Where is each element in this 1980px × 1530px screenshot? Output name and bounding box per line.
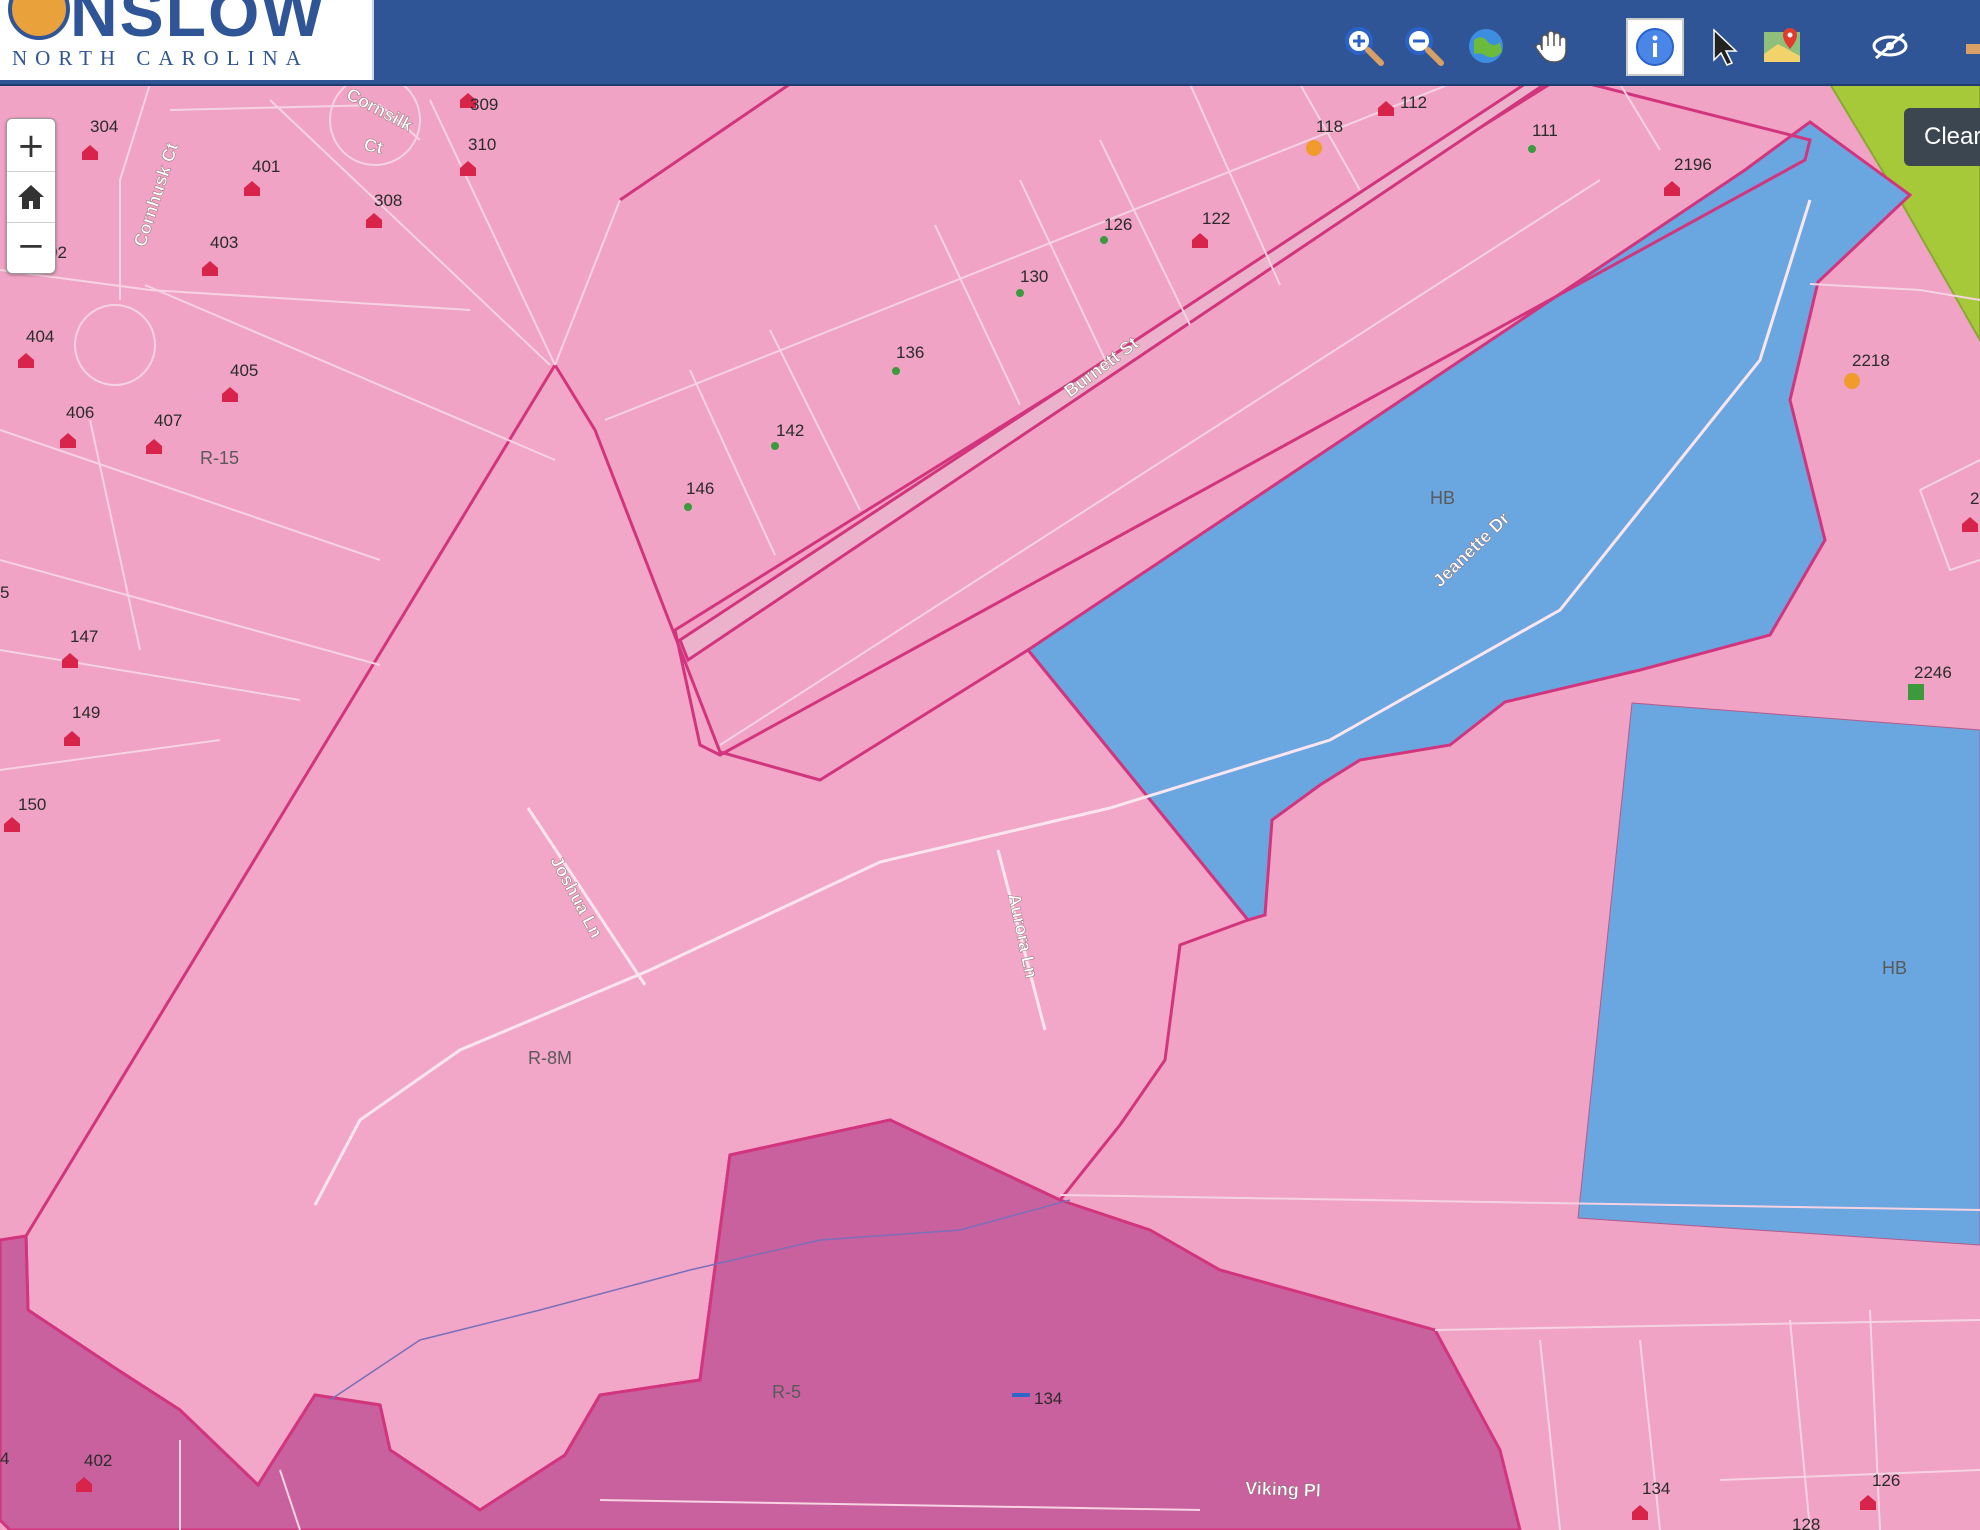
parcel-label: 150 [18, 795, 46, 814]
clear-button[interactable]: Clear [1904, 108, 1980, 166]
onslow-logo: NSLOW NORTH CAROLINA [0, 0, 374, 80]
parcel-label: 118 [1316, 117, 1343, 136]
logo-subtitle: NORTH CAROLINA [12, 46, 309, 70]
parcel-label: 402 [84, 1451, 112, 1470]
home-icon [18, 185, 44, 209]
parcel-label: 130 [1020, 267, 1048, 286]
parcel-label: 146 [686, 479, 714, 498]
parcel-label: 406 [66, 403, 94, 422]
pan-tool[interactable] [1528, 22, 1576, 70]
select-tool[interactable] [1700, 22, 1748, 70]
parcel-label: 147 [70, 627, 98, 646]
parcel-label: 403 [210, 233, 238, 252]
info-icon [1636, 28, 1674, 66]
zone-label-r8m: R-8M [528, 1048, 572, 1068]
full-extent-tool[interactable] [1462, 22, 1510, 70]
parcel-label: 128 [1792, 1515, 1820, 1530]
arrow-cursor-icon [1713, 28, 1738, 66]
parcel-label: 4 [0, 1449, 9, 1468]
map-pin-icon [1764, 28, 1800, 62]
zoom-out-tool[interactable] [1400, 22, 1448, 70]
zoom-out-button[interactable]: − [7, 221, 55, 271]
parcel-label: 2218 [1852, 351, 1890, 370]
parcel-label: 310 [468, 135, 496, 154]
parcel-label: 308 [374, 191, 402, 210]
parcel-label: 405 [230, 361, 258, 380]
clear-graphics-tool[interactable] [1866, 22, 1914, 70]
zone-label-hb-jeanette: HB [1430, 488, 1455, 508]
parcel-label: 126 [1104, 215, 1132, 234]
zoom-control: + − [6, 118, 56, 274]
parcel-label: 5 [0, 583, 9, 602]
zoom-in-button[interactable]: + [7, 121, 55, 171]
street-label-cornsilk-ct: Ct [362, 134, 385, 158]
basemap-tool[interactable] [1758, 22, 1806, 70]
map-app: R-15 R-8M R-5 HB HB Cornhusk Ct Cornsilk… [0, 0, 1980, 1530]
zone-label-r5: R-5 [772, 1382, 801, 1402]
zone-label-r15: R-15 [200, 448, 239, 468]
parcel-label: 122 [1202, 209, 1230, 228]
identify-tool[interactable] [1626, 18, 1684, 76]
globe-icon [1469, 29, 1503, 63]
toolbar-overflow-edge [1966, 44, 1980, 54]
zoom-in-magnifier-icon [1345, 27, 1384, 66]
parcel-label: 126 [1872, 1471, 1900, 1490]
parcel-label: 142 [776, 421, 804, 440]
zone-label-hb-east: HB [1882, 958, 1907, 978]
logo-title: NSLOW [70, 0, 326, 50]
parcel-label: 309 [470, 95, 498, 114]
top-toolbar: NSLOW NORTH CAROLINA [0, 0, 1980, 86]
street-label-viking-pl: Viking Pl [1245, 1478, 1321, 1501]
parcel-label: 112 [1400, 93, 1427, 112]
eye-slash-icon [1872, 32, 1908, 60]
parcel-label: 2196 [1674, 155, 1712, 174]
parcel-label: 134 [1642, 1479, 1670, 1498]
parcel-label: 2246 [1914, 663, 1952, 682]
map-canvas[interactable]: R-15 R-8M R-5 HB HB Cornhusk Ct Cornsilk… [0, 0, 1980, 1530]
parcel-label: 136 [896, 343, 924, 362]
zoom-in-tool[interactable] [1340, 22, 1388, 70]
parcel-label: 111 [1532, 121, 1558, 140]
zoom-out-magnifier-icon [1405, 27, 1444, 66]
hand-icon [1535, 30, 1567, 63]
zone-hb-east[interactable] [1577, 702, 1980, 1246]
parcel-label: 134 [1034, 1389, 1062, 1408]
parcel-label: 149 [72, 703, 100, 722]
home-button[interactable] [7, 171, 55, 223]
parcel-label: 407 [154, 411, 182, 430]
parcel-label: 2 [1970, 489, 1979, 508]
parcel-label: 401 [252, 157, 280, 176]
logo-wave-icon [8, 0, 70, 40]
parcel-label: 304 [90, 117, 118, 136]
parcel-label: 404 [26, 327, 54, 346]
blue-marker [1012, 1393, 1030, 1397]
